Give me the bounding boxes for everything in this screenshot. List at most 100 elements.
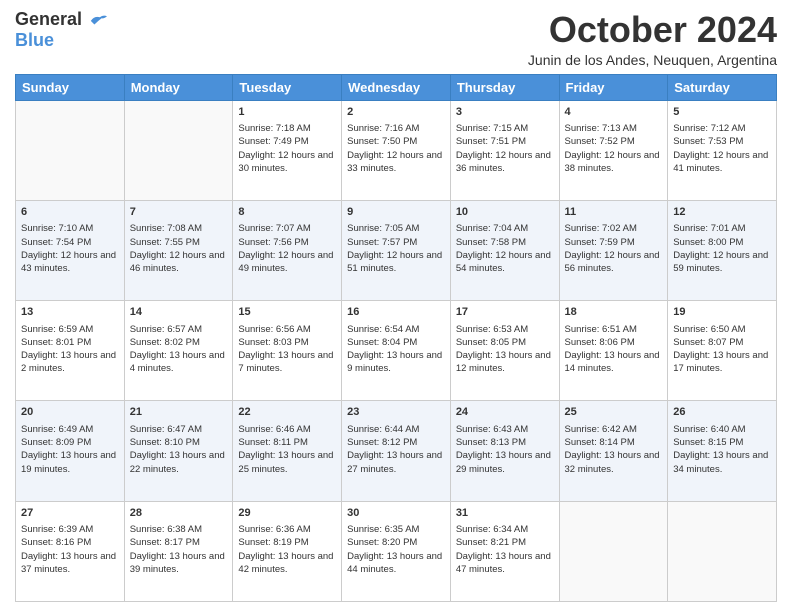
table-row: 23Sunrise: 6:44 AMSunset: 8:12 PMDayligh… [342, 401, 451, 501]
day-number: 25 [565, 405, 663, 420]
daylight-text: Daylight: 13 hours and 29 minutes. [456, 450, 551, 474]
sunset-text: Sunset: 8:19 PM [238, 537, 308, 548]
day-number: 30 [347, 506, 445, 521]
calendar-header-row: Sunday Monday Tuesday Wednesday Thursday… [16, 74, 777, 100]
day-number: 2 [347, 105, 445, 120]
title-section: October 2024 Junin de los Andes, Neuquen… [528, 10, 777, 68]
day-number: 8 [238, 205, 336, 220]
sunrise-text: Sunrise: 6:49 AM [21, 424, 93, 435]
day-number: 7 [130, 205, 228, 220]
logo-text: General [15, 10, 107, 30]
sunrise-text: Sunrise: 6:40 AM [673, 424, 745, 435]
sunrise-text: Sunrise: 6:46 AM [238, 424, 310, 435]
sunrise-text: Sunrise: 7:08 AM [130, 223, 202, 234]
sunrise-text: Sunrise: 7:15 AM [456, 123, 528, 134]
sunrise-text: Sunrise: 6:34 AM [456, 524, 528, 535]
sunset-text: Sunset: 8:11 PM [238, 437, 308, 448]
sunset-text: Sunset: 7:52 PM [565, 136, 635, 147]
day-number: 18 [565, 305, 663, 320]
table-row: 19Sunrise: 6:50 AMSunset: 8:07 PMDayligh… [668, 301, 777, 401]
sunset-text: Sunset: 8:16 PM [21, 537, 91, 548]
daylight-text: Daylight: 13 hours and 9 minutes. [347, 350, 442, 374]
table-row: 14Sunrise: 6:57 AMSunset: 8:02 PMDayligh… [124, 301, 233, 401]
table-row: 27Sunrise: 6:39 AMSunset: 8:16 PMDayligh… [16, 501, 125, 601]
calendar-week-row: 20 Sunrise: 6:49 AM Sunset: 8:09 PM Dayligh… [16, 401, 777, 501]
table-row: 5Sunrise: 7:12 AMSunset: 7:53 PMDaylight… [668, 100, 777, 200]
sunset-text: Sunset: 8:12 PM [347, 437, 417, 448]
sunrise-text: Sunrise: 6:39 AM [21, 524, 93, 535]
sunrise-text: Sunrise: 7:02 AM [565, 223, 637, 234]
sunset-text: Sunset: 8:01 PM [21, 337, 91, 348]
daylight-text: Daylight: 13 hours and 2 minutes. [21, 350, 116, 374]
table-row: 20Sunrise: 6:49 AMSunset: 8:09 PMDayligh… [16, 401, 125, 501]
month-title: October 2024 [528, 10, 777, 50]
daylight-text: Daylight: 12 hours and 41 minutes. [673, 150, 768, 174]
daylight-text: Daylight: 13 hours and 37 minutes. [21, 551, 116, 575]
table-row: 25Sunrise: 6:42 AMSunset: 8:14 PMDayligh… [559, 401, 668, 501]
sunrise-text: Sunrise: 7:13 AM [565, 123, 637, 134]
table-row: 11Sunrise: 7:02 AMSunset: 7:59 PMDayligh… [559, 200, 668, 300]
sunset-text: Sunset: 8:21 PM [456, 537, 526, 548]
day-number: 31 [456, 506, 554, 521]
daylight-text: Daylight: 12 hours and 59 minutes. [673, 250, 768, 274]
sunset-text: Sunset: 7:57 PM [347, 237, 417, 248]
daylight-text: Daylight: 12 hours and 36 minutes. [456, 150, 551, 174]
sunset-text: Sunset: 8:05 PM [456, 337, 526, 348]
sunrise-text: Sunrise: 7:18 AM [238, 123, 310, 134]
table-row: 29Sunrise: 6:36 AMSunset: 8:19 PMDayligh… [233, 501, 342, 601]
daylight-text: Daylight: 13 hours and 47 minutes. [456, 551, 551, 575]
sunset-text: Sunset: 7:51 PM [456, 136, 526, 147]
table-row: 7Sunrise: 7:08 AMSunset: 7:55 PMDaylight… [124, 200, 233, 300]
daylight-text: Daylight: 13 hours and 44 minutes. [347, 551, 442, 575]
table-row: 22Sunrise: 6:46 AMSunset: 8:11 PMDayligh… [233, 401, 342, 501]
sunset-text: Sunset: 8:06 PM [565, 337, 635, 348]
sunrise-text: Sunrise: 7:12 AM [673, 123, 745, 134]
sunrise-text: Sunrise: 6:54 AM [347, 324, 419, 335]
daylight-text: Daylight: 13 hours and 39 minutes. [130, 551, 225, 575]
location-subtitle: Junin de los Andes, Neuquen, Argentina [528, 52, 777, 68]
table-row: 26Sunrise: 6:40 AMSunset: 8:15 PMDayligh… [668, 401, 777, 501]
day-number: 14 [130, 305, 228, 320]
sunset-text: Sunset: 7:50 PM [347, 136, 417, 147]
day-number: 9 [347, 205, 445, 220]
daylight-text: Daylight: 13 hours and 32 minutes. [565, 450, 660, 474]
sunrise-text: Sunrise: 6:36 AM [238, 524, 310, 535]
logo-bird-icon [89, 13, 107, 27]
sunrise-text: Sunrise: 6:47 AM [130, 424, 202, 435]
sunrise-text: Sunrise: 6:51 AM [565, 324, 637, 335]
calendar-table: Sunday Monday Tuesday Wednesday Thursday… [15, 74, 777, 602]
table-row: 13Sunrise: 6:59 AMSunset: 8:01 PMDayligh… [16, 301, 125, 401]
sunset-text: Sunset: 7:56 PM [238, 237, 308, 248]
sunset-text: Sunset: 8:13 PM [456, 437, 526, 448]
sunrise-text: Sunrise: 6:44 AM [347, 424, 419, 435]
day-number: 20 [21, 405, 119, 420]
sunrise-text: Sunrise: 6:42 AM [565, 424, 637, 435]
daylight-text: Daylight: 13 hours and 17 minutes. [673, 350, 768, 374]
day-number: 16 [347, 305, 445, 320]
day-number: 1 [238, 105, 336, 120]
sunset-text: Sunset: 8:00 PM [673, 237, 743, 248]
col-sunday: Sunday [16, 74, 125, 100]
daylight-text: Daylight: 13 hours and 25 minutes. [238, 450, 333, 474]
sunrise-text: Sunrise: 7:05 AM [347, 223, 419, 234]
calendar-week-row: 13Sunrise: 6:59 AMSunset: 8:01 PMDayligh… [16, 301, 777, 401]
daylight-text: Daylight: 12 hours and 33 minutes. [347, 150, 442, 174]
daylight-text: Daylight: 13 hours and 34 minutes. [673, 450, 768, 474]
col-thursday: Thursday [450, 74, 559, 100]
day-number: 26 [673, 405, 771, 420]
sunset-text: Sunset: 8:09 PM [21, 437, 91, 448]
day-number: 10 [456, 205, 554, 220]
sunrise-text: Sunrise: 6:59 AM [21, 324, 93, 335]
sunrise-text: Sunrise: 7:07 AM [238, 223, 310, 234]
sunset-text: Sunset: 8:02 PM [130, 337, 200, 348]
sunset-text: Sunset: 7:49 PM [238, 136, 308, 147]
day-number: 15 [238, 305, 336, 320]
table-row: 12Sunrise: 7:01 AMSunset: 8:00 PMDayligh… [668, 200, 777, 300]
header: General Blue October 2024 Junin de los A… [15, 10, 777, 68]
day-number: 24 [456, 405, 554, 420]
day-number: 4 [565, 105, 663, 120]
sunset-text: Sunset: 8:20 PM [347, 537, 417, 548]
day-number: 5 [673, 105, 771, 120]
daylight-text: Daylight: 12 hours and 38 minutes. [565, 150, 660, 174]
sunset-text: Sunset: 8:03 PM [238, 337, 308, 348]
